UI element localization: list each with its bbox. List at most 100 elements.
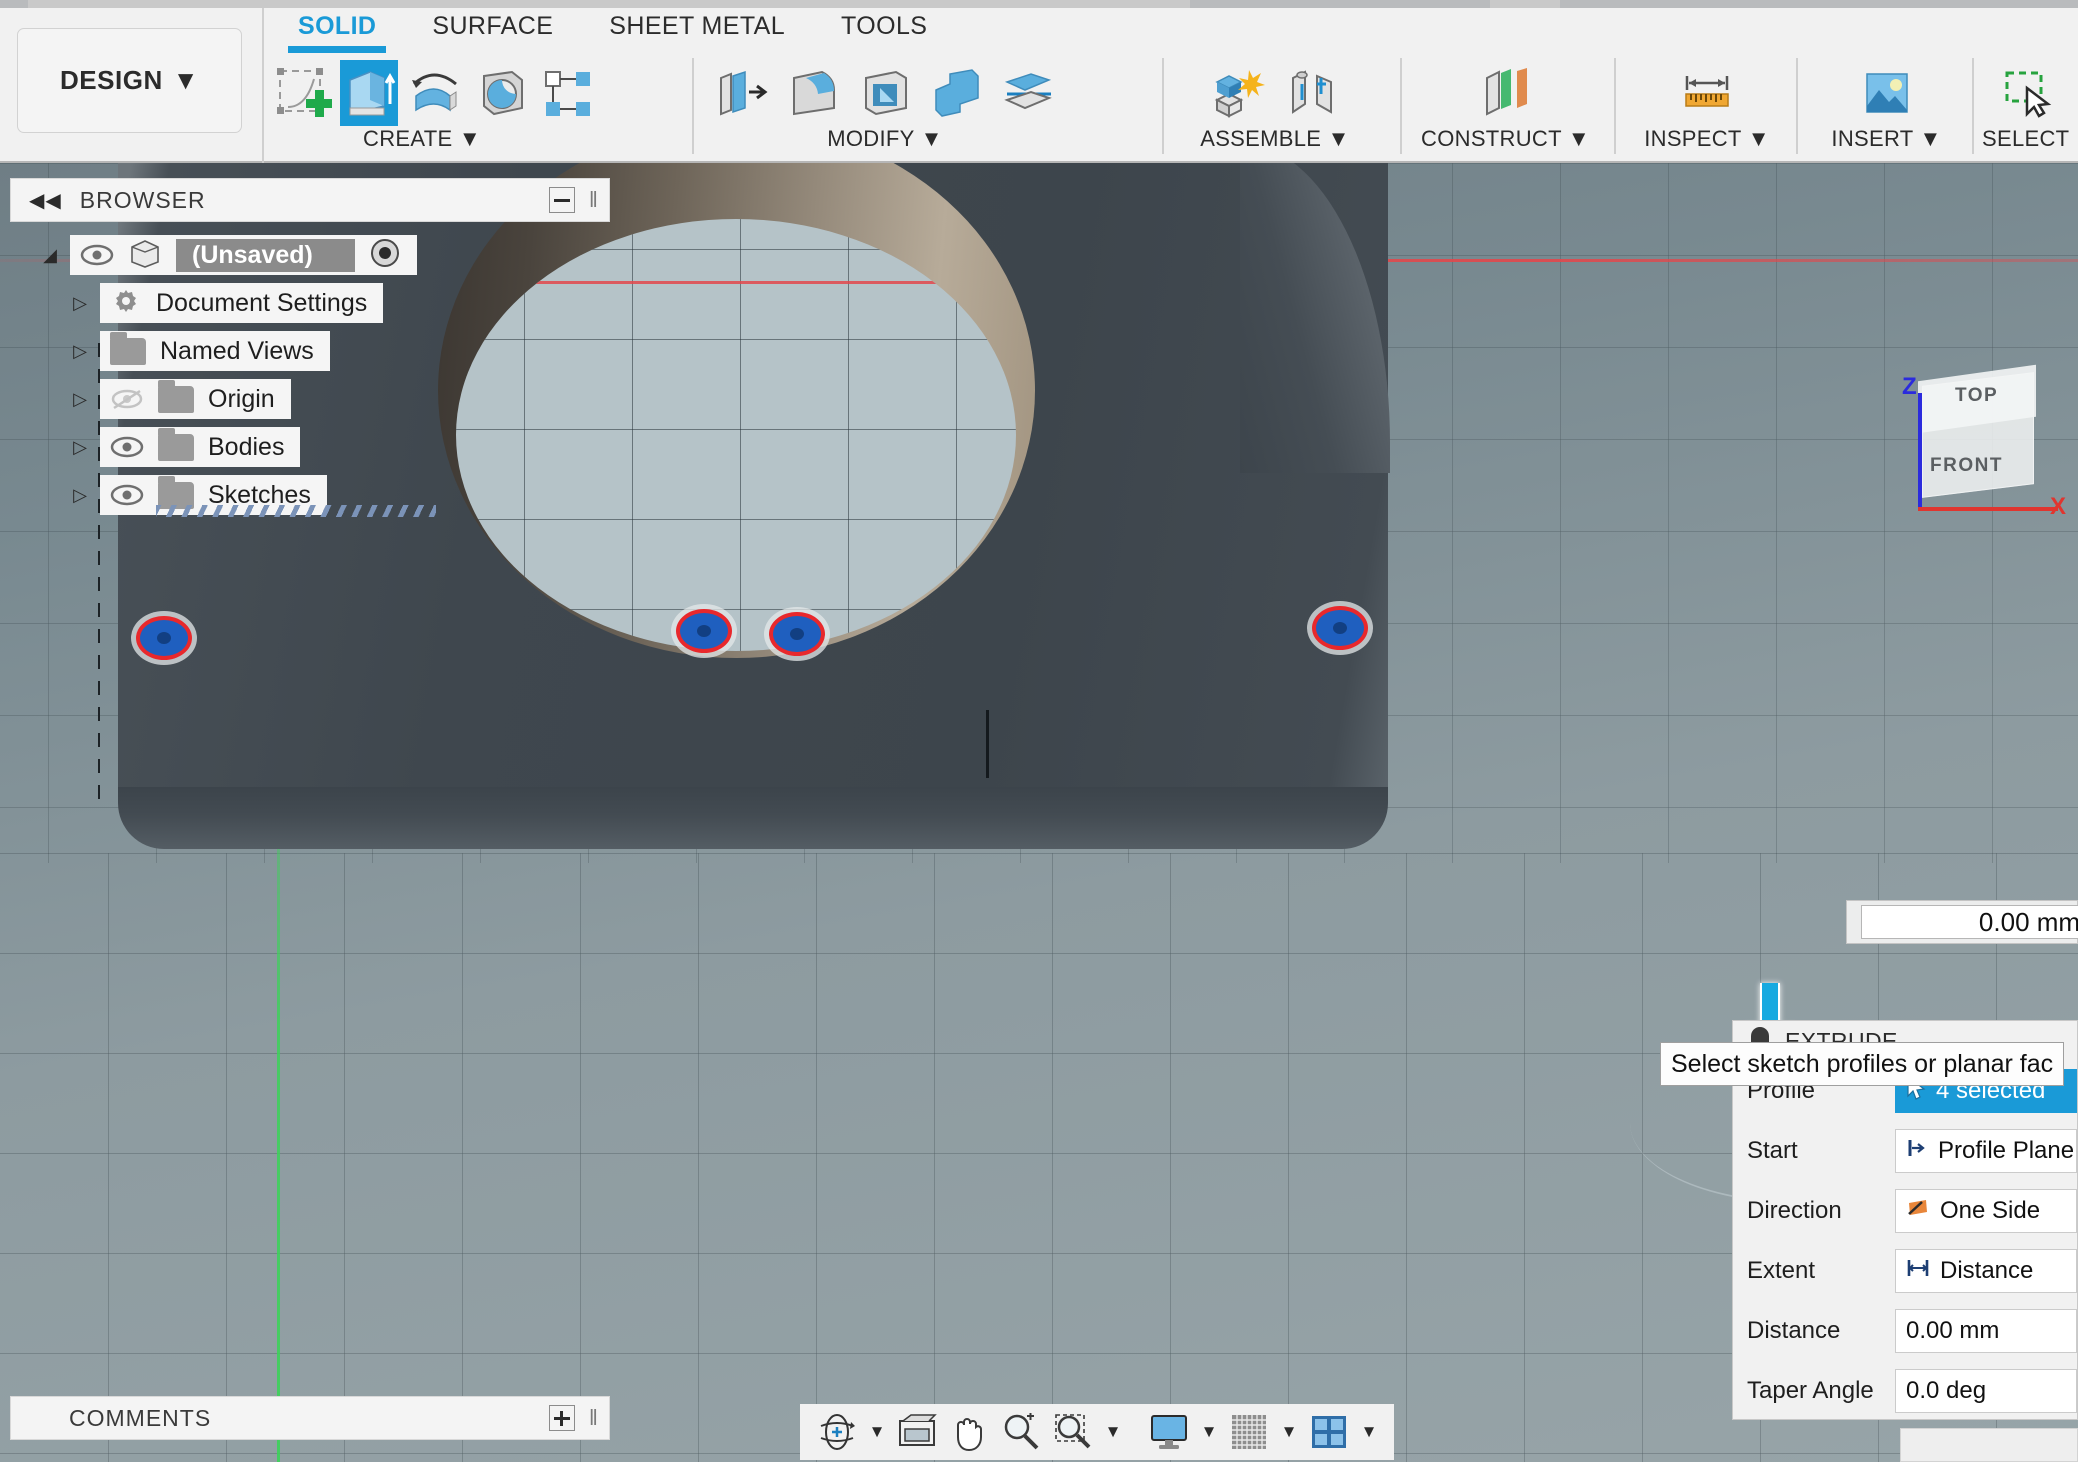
expanded-triangle-icon[interactable]: ◢ <box>30 245 70 266</box>
field-direction[interactable]: Direction One Side <box>1733 1181 2077 1241</box>
axis-x-label: X <box>2050 493 2068 521</box>
comments-panel-header[interactable]: COMMENTS ‖ <box>10 1396 610 1440</box>
workspace-switcher-button[interactable]: DESIGN ▼ <box>17 28 242 133</box>
sidebar-item-named-views[interactable]: ▷ Named Views <box>60 328 630 374</box>
start-select-field[interactable]: Profile Plane <box>1895 1129 2077 1173</box>
viewports-icon[interactable] <box>1306 1409 1352 1455</box>
sweep-icon[interactable] <box>472 60 530 126</box>
browser-panel-header[interactable]: ◀◀ BROWSER ‖ <box>10 178 610 222</box>
sidebar-item-document-settings[interactable]: ▷ Document Settings <box>60 280 630 326</box>
inline-distance-field[interactable]: ▼ <box>1846 900 2078 944</box>
chevron-down-icon[interactable]: ▼ <box>1198 1409 1220 1455</box>
combine-icon[interactable] <box>925 60 989 126</box>
panel-modify-label[interactable]: MODIFY ▼ <box>710 126 1060 152</box>
chevron-down-icon[interactable]: ▼ <box>1278 1409 1300 1455</box>
tab-sheet-metal[interactable]: SHEET METAL <box>581 12 813 41</box>
shell-icon[interactable] <box>853 60 917 126</box>
pan-hand-icon[interactable] <box>946 1409 992 1455</box>
collapsed-triangle-icon[interactable]: ▷ <box>60 341 100 362</box>
fillet-icon[interactable] <box>782 60 846 126</box>
orbit-icon[interactable] <box>814 1409 860 1455</box>
chevron-down-icon[interactable]: ▼ <box>1358 1409 1380 1455</box>
tab-solid[interactable]: SOLID <box>270 12 404 41</box>
direction-select-field[interactable]: One Side <box>1895 1189 2077 1233</box>
tree-row[interactable]: Named Views <box>100 331 330 371</box>
collapsed-triangle-icon[interactable]: ▷ <box>60 437 100 458</box>
panel-label-text: INSPECT <box>1644 126 1741 151</box>
distance-value-field[interactable]: 0.00 mm <box>1895 1309 2077 1353</box>
eye-hidden-icon[interactable] <box>110 388 144 410</box>
field-distance[interactable]: Distance 0.00 mm <box>1733 1301 2077 1361</box>
tab-surface[interactable]: SURFACE <box>404 12 581 41</box>
extent-select-field[interactable]: Distance <box>1895 1249 2077 1293</box>
selected-profile-marker[interactable] <box>769 612 825 656</box>
display-settings-icon[interactable] <box>1146 1409 1192 1455</box>
collapsed-triangle-icon[interactable]: ▷ <box>60 293 100 314</box>
pan-fit-icon[interactable] <box>894 1409 940 1455</box>
tree-row[interactable]: Sketches <box>100 475 327 515</box>
tree-row[interactable]: Document Settings <box>100 283 383 323</box>
active-component-icon[interactable] <box>369 237 401 274</box>
workspace-label: DESIGN <box>60 65 163 96</box>
chevron-down-icon[interactable]: ▼ <box>1102 1409 1124 1455</box>
panel-label-text: CONSTRUCT <box>1421 126 1561 151</box>
field-start[interactable]: Start Profile Plane <box>1733 1121 2077 1181</box>
field-extent[interactable]: Extent Distance <box>1733 1241 2077 1301</box>
sidebar-item-origin[interactable]: ▷ Origin <box>60 376 630 422</box>
minimize-icon[interactable] <box>549 187 575 213</box>
collapsed-triangle-icon[interactable]: ▷ <box>60 389 100 410</box>
new-component-icon[interactable] <box>1205 60 1271 126</box>
panel-select: SELECT ▼ <box>1982 60 2078 160</box>
sidebar-item-sketches[interactable]: ▷ Sketches <box>60 472 630 518</box>
selected-profile-marker[interactable] <box>1312 606 1368 650</box>
press-pull-icon[interactable] <box>710 60 774 126</box>
collapse-left-icon[interactable]: ◀◀ <box>29 188 62 213</box>
profile-plane-icon <box>1906 1137 1928 1166</box>
distance-input[interactable] <box>1861 905 2078 939</box>
selected-profile-marker[interactable] <box>136 616 192 660</box>
panel-inspect-label[interactable]: INSPECT ▼ <box>1632 126 1782 152</box>
taper-angle-value-field[interactable]: 0.0 deg <box>1895 1369 2077 1413</box>
sidebar-item-bodies[interactable]: ▷ Bodies <box>60 424 630 470</box>
view-cube[interactable]: TOP FRONT Z X <box>1900 363 2078 538</box>
create-sketch-icon[interactable] <box>272 60 332 126</box>
tab-label: SOLID <box>298 12 376 40</box>
panel-inspect: INSPECT ▼ <box>1632 60 1782 160</box>
panel-construct-label[interactable]: CONSTRUCT ▼ <box>1418 126 1593 152</box>
split-face-icon[interactable] <box>996 60 1060 126</box>
measure-icon[interactable] <box>1674 60 1740 126</box>
chevron-down-icon[interactable]: ▼ <box>866 1409 888 1455</box>
extrude-icon[interactable] <box>340 60 398 126</box>
field-value: 0.0 deg <box>1906 1377 1986 1405</box>
select-window-icon[interactable] <box>1997 60 2063 126</box>
tab-label: TOOLS <box>841 12 927 40</box>
tab-tools[interactable]: TOOLS <box>813 12 955 41</box>
revolve-icon[interactable] <box>406 60 464 126</box>
zoom-window-icon[interactable] <box>1050 1409 1096 1455</box>
eye-visible-icon[interactable] <box>80 244 114 266</box>
joint-icon[interactable] <box>1279 60 1345 126</box>
panel-insert-label[interactable]: INSERT ▼ <box>1814 126 1959 152</box>
selected-profile-marker[interactable] <box>676 609 732 653</box>
zoom-icon[interactable] <box>998 1409 1044 1455</box>
panel-select-label[interactable]: SELECT ▼ <box>1982 126 2078 152</box>
tree-row[interactable]: Origin <box>100 379 291 419</box>
pattern-icon[interactable] <box>538 60 596 126</box>
tree-root-node[interactable]: ◢ (Unsaved) <box>30 232 630 278</box>
resize-grip-icon[interactable]: ‖ <box>589 187 599 213</box>
offset-plane-icon[interactable] <box>1473 60 1539 126</box>
tree-root-row[interactable]: (Unsaved) <box>70 235 417 275</box>
tree-row[interactable]: Bodies <box>100 427 300 467</box>
eye-visible-icon[interactable] <box>110 484 144 506</box>
field-taper-angle[interactable]: Taper Angle 0.0 deg <box>1733 1361 2077 1421</box>
ribbon-divider <box>1400 58 1402 154</box>
resize-grip-icon[interactable]: ‖ <box>589 1405 599 1431</box>
eye-visible-icon[interactable] <box>110 436 144 458</box>
collapsed-triangle-icon[interactable]: ▷ <box>60 485 100 506</box>
one-side-icon <box>1906 1197 1930 1226</box>
insert-image-icon[interactable] <box>1854 60 1920 126</box>
grid-snaps-icon[interactable] <box>1226 1409 1272 1455</box>
add-comment-icon[interactable] <box>549 1405 575 1431</box>
panel-assemble-label[interactable]: ASSEMBLE ▼ <box>1180 126 1370 152</box>
panel-create-label[interactable]: CREATE ▼ <box>272 126 572 152</box>
